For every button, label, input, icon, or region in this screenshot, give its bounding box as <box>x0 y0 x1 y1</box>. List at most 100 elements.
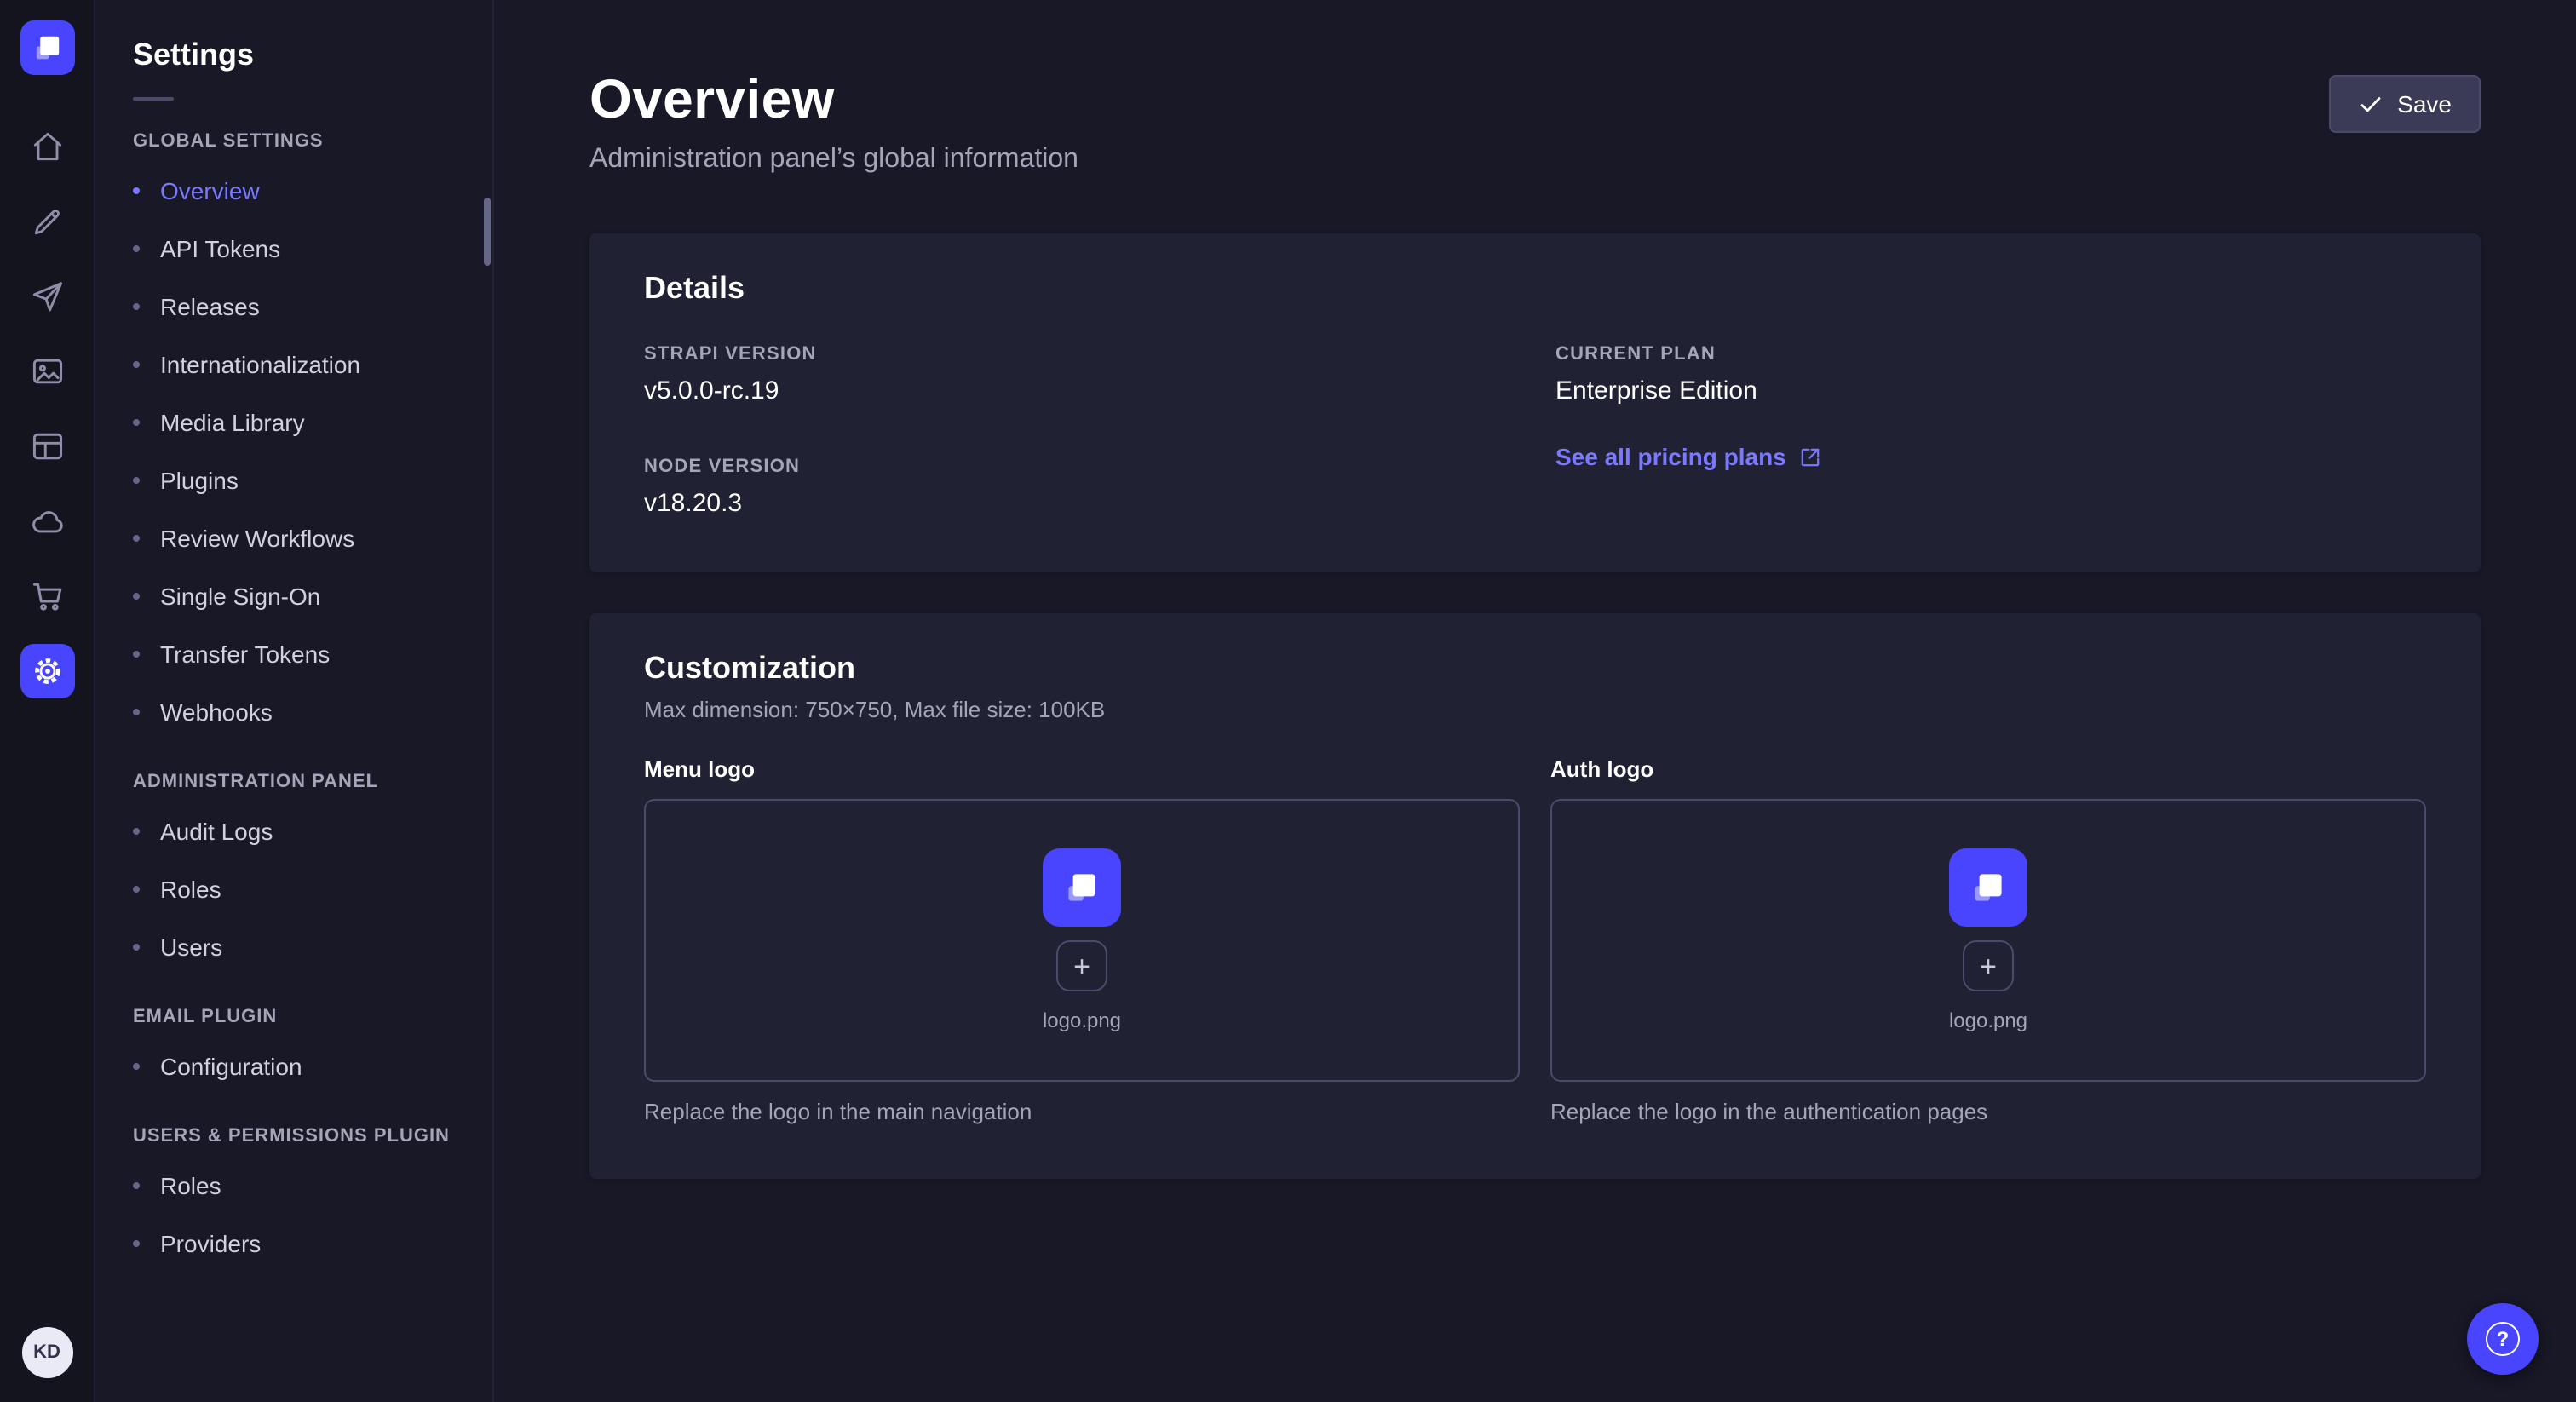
sidebar-item-internationalization[interactable]: Internationalization <box>119 336 469 394</box>
logo-tile <box>1949 848 2027 927</box>
pricing-plans-link-label: See all pricing plans <box>1555 443 1786 470</box>
sidebar-item-transfer-tokens[interactable]: Transfer Tokens <box>119 625 469 683</box>
sidebar-item-up-roles[interactable]: Roles <box>119 1157 469 1215</box>
nav-cloud-button[interactable] <box>20 494 74 549</box>
bullet-dot <box>133 709 140 715</box>
nav-media-library-button[interactable] <box>20 344 74 399</box>
bullet-dot <box>133 593 140 600</box>
nav-deploy-button[interactable] <box>20 269 74 324</box>
cloud-icon <box>28 503 66 540</box>
sidebar-item-label: API Tokens <box>160 235 280 262</box>
menu-logo-upload: Menu logo + logo.png Replace the logo in… <box>644 756 1520 1124</box>
bullet-dot <box>133 1182 140 1189</box>
sidebar-item-label: Users <box>160 934 222 961</box>
nav-content-manager-button[interactable] <box>20 419 74 474</box>
check-icon <box>2358 91 2383 117</box>
section-global-settings: GLOBAL SETTINGS <box>133 131 455 152</box>
email-plugin-list: Configuration <box>119 1037 469 1095</box>
menu-logo-dropzone[interactable]: + logo.png <box>644 799 1520 1082</box>
help-button[interactable]: ? <box>2467 1303 2539 1375</box>
section-users-permissions-plugin: USERS & PERMISSIONS PLUGIN <box>133 1126 455 1146</box>
plus-icon: + <box>1073 951 1090 980</box>
node-version-field: NODE VERSION v18.20.3 <box>644 457 1515 518</box>
sidebar-item-email-configuration[interactable]: Configuration <box>119 1037 469 1095</box>
sidebar-item-label: Overview <box>160 177 260 204</box>
app-root: KD Settings GLOBAL SETTINGS Overview API… <box>0 0 2576 1402</box>
field-value: Enterprise Edition <box>1555 376 2426 405</box>
sidebar-item-label: Configuration <box>160 1053 302 1080</box>
field-label: STRAPI VERSION <box>644 344 1515 365</box>
pricing-plans-link[interactable]: See all pricing plans <box>1555 443 2426 470</box>
strapi-logo-icon <box>1060 865 1104 910</box>
sidebar-item-label: Webhooks <box>160 698 273 726</box>
main-nav-rail: KD <box>0 0 95 1402</box>
section-administration-panel: ADMINISTRATION PANEL <box>133 772 455 792</box>
content-manager-icon <box>28 428 66 465</box>
page-header: Overview Administration panel’s global i… <box>589 68 2481 175</box>
sidebar-item-label: Internationalization <box>160 351 360 378</box>
sidebar-item-webhooks[interactable]: Webhooks <box>119 683 469 741</box>
save-button-label: Save <box>2397 90 2452 118</box>
sidebar-item-api-tokens[interactable]: API Tokens <box>119 220 469 278</box>
bullet-dot <box>133 245 140 252</box>
auth-logo-upload: Auth logo + logo.png Replace the logo in… <box>1550 756 2426 1124</box>
bullet-dot <box>133 1063 140 1070</box>
sidebar-item-overview[interactable]: Overview <box>119 162 469 220</box>
bullet-dot <box>133 651 140 658</box>
add-logo-button[interactable]: + <box>1056 940 1107 991</box>
user-avatar[interactable]: KD <box>21 1327 72 1378</box>
field-label: CURRENT PLAN <box>1555 344 2426 365</box>
field-label: NODE VERSION <box>644 457 1515 477</box>
sidebar-item-label: Plugins <box>160 467 239 494</box>
bullet-dot <box>133 944 140 951</box>
menu-logo-caption: Replace the logo in the main navigation <box>644 1099 1520 1124</box>
auth-logo-dropzone[interactable]: + logo.png <box>1550 799 2426 1082</box>
bullet-dot <box>133 886 140 893</box>
administration-panel-list: Audit Logs Roles Users <box>119 802 469 976</box>
customization-card: Customization Max dimension: 750×750, Ma… <box>589 613 2481 1179</box>
nav-home-button[interactable] <box>20 119 74 174</box>
home-icon <box>28 128 66 165</box>
media-library-icon <box>28 353 66 390</box>
sidebar-item-plugins[interactable]: Plugins <box>119 451 469 509</box>
settings-sidebar: Settings GLOBAL SETTINGS Overview API To… <box>95 0 494 1402</box>
page-title: Overview <box>589 68 1078 131</box>
page-subtitle: Administration panel’s global informatio… <box>589 145 1078 175</box>
sidebar-item-review-workflows[interactable]: Review Workflows <box>119 509 469 567</box>
section-email-plugin: EMAIL PLUGIN <box>133 1007 455 1027</box>
strapi-logo-icon <box>1966 865 2010 910</box>
strapi-home-logo-button[interactable] <box>20 20 74 75</box>
paper-plane-icon <box>28 278 66 315</box>
bullet-dot <box>133 361 140 368</box>
marketplace-cart-icon <box>28 577 66 615</box>
main-content: Overview Administration panel’s global i… <box>494 0 2576 1402</box>
sidebar-item-up-providers[interactable]: Providers <box>119 1215 469 1273</box>
details-card-title: Details <box>644 271 2426 307</box>
sidebar-item-admin-users[interactable]: Users <box>119 918 469 976</box>
sidebar-title: Settings <box>133 37 455 73</box>
menu-logo-label: Menu logo <box>644 756 1520 782</box>
customization-card-title: Customization <box>644 651 2426 687</box>
add-logo-button[interactable]: + <box>1963 940 2014 991</box>
sidebar-item-media-library[interactable]: Media Library <box>119 394 469 451</box>
bullet-dot <box>133 1240 140 1247</box>
plus-icon: + <box>1980 951 1997 980</box>
current-plan-field: CURRENT PLAN Enterprise Edition <box>1555 344 2426 405</box>
nav-marketplace-button[interactable] <box>20 569 74 623</box>
nav-settings-button[interactable] <box>20 644 74 698</box>
nav-content-type-builder-button[interactable] <box>20 194 74 249</box>
global-settings-list: Overview API Tokens Releases Internation… <box>119 162 469 741</box>
sidebar-item-audit-logs[interactable]: Audit Logs <box>119 802 469 860</box>
settings-gear-icon <box>28 652 66 690</box>
sidebar-item-releases[interactable]: Releases <box>119 278 469 336</box>
sidebar-scrollbar[interactable] <box>484 198 491 266</box>
sidebar-item-single-sign-on[interactable]: Single Sign-On <box>119 567 469 625</box>
details-card: Details STRAPI VERSION v5.0.0-rc.19 NODE… <box>589 233 2481 572</box>
strapi-version-field: STRAPI VERSION v5.0.0-rc.19 <box>644 344 1515 405</box>
details-grid: STRAPI VERSION v5.0.0-rc.19 NODE VERSION… <box>644 344 2426 518</box>
bullet-dot <box>133 187 140 194</box>
save-button[interactable]: Save <box>2329 75 2481 133</box>
sidebar-item-admin-roles[interactable]: Roles <box>119 860 469 918</box>
sidebar-item-label: Providers <box>160 1230 261 1257</box>
bullet-dot <box>133 419 140 426</box>
